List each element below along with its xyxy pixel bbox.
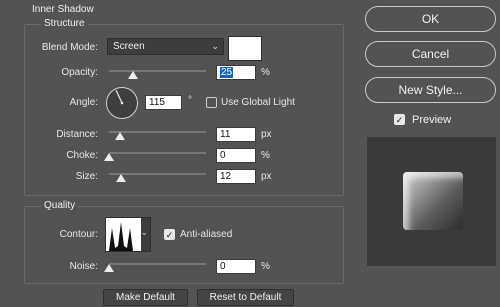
anti-aliased-label: Anti-aliased — [180, 229, 233, 240]
preview-checkbox[interactable]: ✓ — [394, 114, 405, 125]
chevron-down-icon: ⌄ — [211, 41, 219, 51]
anti-aliased-checkbox[interactable]: ✓ — [164, 229, 175, 240]
distance-slider-thumb[interactable] — [114, 132, 125, 140]
preview-swatch — [403, 172, 463, 230]
make-default-button[interactable]: Make Default — [103, 289, 188, 306]
size-input[interactable]: 12 — [216, 169, 256, 184]
choke-unit: % — [261, 150, 270, 161]
choke-label: Choke: — [66, 150, 98, 161]
blend-mode-label: Blend Mode: — [41, 42, 98, 53]
blend-color-swatch[interactable] — [228, 36, 262, 61]
opacity-input[interactable]: 25 — [216, 65, 256, 80]
reset-to-default-button[interactable]: Reset to Default — [197, 289, 294, 306]
noise-slider-track[interactable] — [109, 263, 206, 265]
noise-unit: % — [261, 261, 270, 272]
quality-legend: Quality — [41, 200, 79, 212]
size-slider-thumb[interactable] — [115, 174, 126, 182]
angle-unit: ° — [188, 95, 192, 106]
noise-slider-thumb[interactable] — [104, 264, 114, 272]
distance-input[interactable]: 11 — [216, 127, 256, 142]
distance-unit: px — [261, 129, 272, 140]
contour-preview-icon — [106, 218, 141, 251]
size-label: Size: — [75, 171, 98, 182]
ok-button[interactable]: OK — [365, 6, 496, 32]
opacity-unit: % — [261, 67, 270, 78]
blend-mode-value: Screen — [113, 41, 145, 52]
angle-input[interactable]: 115 — [145, 95, 182, 110]
choke-input[interactable]: 0 — [216, 148, 256, 163]
use-global-light-checkbox[interactable] — [206, 97, 217, 108]
style-preview-thumbnail — [367, 137, 496, 266]
cancel-button[interactable]: Cancel — [365, 41, 496, 67]
new-style-button[interactable]: New Style... — [365, 77, 496, 103]
distance-label: Distance: — [56, 129, 98, 140]
angle-label: Angle: — [69, 97, 98, 108]
contour-label: Contour: — [59, 229, 98, 240]
choke-slider-thumb[interactable] — [104, 153, 114, 161]
noise-label: Noise: — [69, 261, 98, 272]
contour-picker[interactable]: ⌄ — [105, 217, 151, 252]
noise-input[interactable]: 0 — [216, 259, 256, 274]
use-global-light-label: Use Global Light — [221, 97, 295, 108]
opacity-slider-thumb[interactable] — [128, 71, 139, 79]
preview-label: Preview — [412, 114, 452, 126]
structure-legend: Structure — [41, 18, 88, 30]
angle-dial[interactable] — [105, 86, 139, 120]
section-title: Inner Shadow — [32, 4, 94, 15]
choke-slider-track[interactable] — [109, 152, 206, 154]
chevron-down-icon: ⌄ — [140, 227, 148, 237]
opacity-slider-track[interactable] — [109, 70, 206, 72]
opacity-label: Opacity: — [61, 67, 98, 78]
blend-mode-select[interactable]: Screen ⌄ — [107, 38, 224, 55]
size-unit: px — [261, 171, 272, 182]
